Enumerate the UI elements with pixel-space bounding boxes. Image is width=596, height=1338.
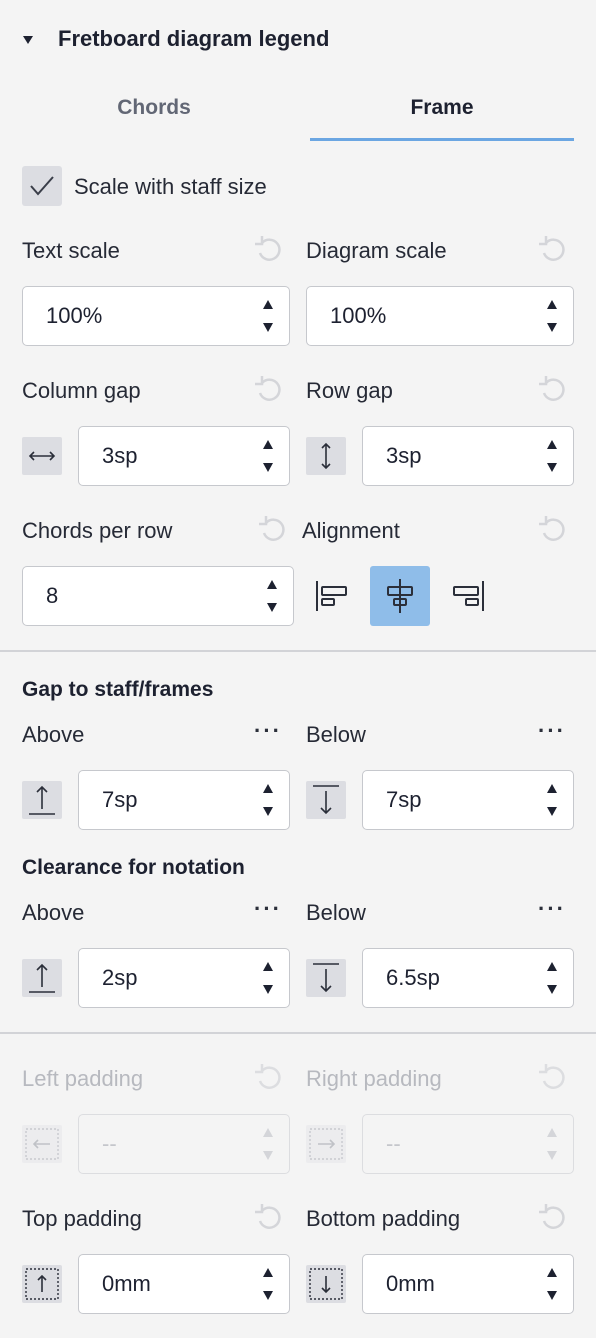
text-scale-stepper[interactable] xyxy=(261,297,275,335)
left-padding-stepper xyxy=(261,1125,275,1163)
row-gap-input[interactable]: 3sp xyxy=(362,426,574,486)
diagram-scale-input[interactable]: 100% xyxy=(306,286,574,346)
bottom-padding-stepper[interactable] xyxy=(545,1265,559,1303)
gap-below-icon xyxy=(306,781,346,819)
align-center-icon xyxy=(387,579,413,613)
clearance-above-label: Above xyxy=(22,900,85,925)
collapse-triangle-icon[interactable] xyxy=(22,33,34,51)
row-gap-value: 3sp xyxy=(386,443,422,468)
scale-with-staff-checkbox[interactable] xyxy=(22,166,62,206)
diagram-scale-stepper[interactable] xyxy=(545,297,559,335)
reset-alignment-icon[interactable] xyxy=(536,513,570,547)
gap-above-stepper[interactable] xyxy=(261,781,275,819)
clearance-below-more-icon[interactable]: ··· xyxy=(538,896,566,922)
chords-per-row-input[interactable]: 8 xyxy=(22,566,294,626)
reset-bottom-padding-icon[interactable] xyxy=(536,1201,570,1235)
reset-diagram-scale-icon[interactable] xyxy=(536,233,570,267)
row-gap-stepper[interactable] xyxy=(545,437,559,475)
gap-below-label: Below xyxy=(306,722,366,747)
chords-per-row-label: Chords per row xyxy=(22,518,173,543)
checkmark-icon xyxy=(30,176,54,196)
gap-below-more-icon[interactable]: ··· xyxy=(538,718,566,744)
gap-below-value: 7sp xyxy=(386,787,422,812)
column-gap-value: 3sp xyxy=(102,443,138,468)
tab-chords[interactable]: Chords xyxy=(22,96,286,120)
clearance-above-input[interactable]: 2sp xyxy=(78,948,290,1008)
clearance-title: Clearance for notation xyxy=(22,856,245,879)
reset-left-padding-icon xyxy=(252,1061,286,1095)
alignment-label: Alignment xyxy=(302,518,400,543)
gap-below-stepper[interactable] xyxy=(545,781,559,819)
left-padding-label: Left padding xyxy=(22,1066,144,1091)
reset-chords-per-row-icon[interactable] xyxy=(256,513,290,547)
reset-right-padding-icon xyxy=(536,1061,570,1095)
gap-to-staff-title: Gap to staff/frames xyxy=(22,678,214,701)
chords-per-row-stepper[interactable] xyxy=(265,577,279,615)
bottom-padding-label: Bottom padding xyxy=(306,1206,461,1231)
text-scale-input[interactable]: 100% xyxy=(22,286,290,346)
text-scale-label: Text scale xyxy=(22,238,120,263)
text-scale-value: 100% xyxy=(46,303,103,328)
vertical-arrows-icon xyxy=(306,437,346,475)
top-padding-value: 0mm xyxy=(102,1271,151,1296)
top-padding-input[interactable]: 0mm xyxy=(78,1254,290,1314)
bottom-padding-icon xyxy=(306,1265,346,1303)
clearance-below-label: Below xyxy=(306,900,366,925)
right-padding-label: Right padding xyxy=(306,1066,442,1091)
gap-above-input[interactable]: 7sp xyxy=(78,770,290,830)
left-padding-value: -- xyxy=(102,1131,117,1156)
gap-above-value: 7sp xyxy=(102,787,138,812)
gap-above-icon xyxy=(22,781,62,819)
divider xyxy=(0,1032,596,1034)
top-padding-icon xyxy=(22,1265,62,1303)
gap-above-more-icon[interactable]: ··· xyxy=(254,718,282,744)
clearance-above-more-icon[interactable]: ··· xyxy=(254,896,282,922)
clearance-above-icon xyxy=(22,959,62,997)
align-left-button[interactable] xyxy=(302,566,362,626)
bottom-padding-value: 0mm xyxy=(386,1271,435,1296)
right-padding-icon xyxy=(306,1125,346,1163)
right-padding-stepper xyxy=(545,1125,559,1163)
tab-frame[interactable]: Frame xyxy=(310,96,574,120)
column-gap-stepper[interactable] xyxy=(261,437,275,475)
right-padding-value: -- xyxy=(386,1131,401,1156)
align-right-icon xyxy=(453,581,484,611)
clearance-below-input[interactable]: 6.5sp xyxy=(362,948,574,1008)
top-padding-stepper[interactable] xyxy=(261,1265,275,1303)
horizontal-arrows-icon xyxy=(22,437,62,475)
gap-above-label: Above xyxy=(22,722,85,747)
clearance-above-value: 2sp xyxy=(102,965,138,990)
chords-per-row-value: 8 xyxy=(46,583,59,608)
right-padding-input: -- xyxy=(362,1114,574,1174)
top-padding-label: Top padding xyxy=(22,1206,142,1231)
column-gap-input[interactable]: 3sp xyxy=(78,426,290,486)
reset-column-gap-icon[interactable] xyxy=(252,373,286,407)
gap-below-input[interactable]: 7sp xyxy=(362,770,574,830)
clearance-below-value: 6.5sp xyxy=(386,965,440,990)
reset-top-padding-icon[interactable] xyxy=(252,1201,286,1235)
align-center-button[interactable] xyxy=(370,566,430,626)
clearance-below-icon xyxy=(306,959,346,997)
clearance-below-stepper[interactable] xyxy=(545,959,559,997)
align-right-button[interactable] xyxy=(438,566,498,626)
diagram-scale-label: Diagram scale xyxy=(306,238,447,263)
bottom-padding-input[interactable]: 0mm xyxy=(362,1254,574,1314)
column-gap-label: Column gap xyxy=(22,378,141,403)
panel-title[interactable]: Fretboard diagram legend xyxy=(58,26,329,52)
left-padding-input: -- xyxy=(78,1114,290,1174)
diagram-scale-value: 100% xyxy=(330,303,387,328)
reset-text-scale-icon[interactable] xyxy=(252,233,286,267)
tab-frame-underline xyxy=(310,138,574,141)
align-left-icon xyxy=(316,581,347,611)
clearance-above-stepper[interactable] xyxy=(261,959,275,997)
reset-row-gap-icon[interactable] xyxy=(536,373,570,407)
scale-with-staff-label: Scale with staff size xyxy=(74,174,267,199)
left-padding-icon xyxy=(22,1125,62,1163)
row-gap-label: Row gap xyxy=(306,378,393,403)
divider xyxy=(0,650,596,652)
